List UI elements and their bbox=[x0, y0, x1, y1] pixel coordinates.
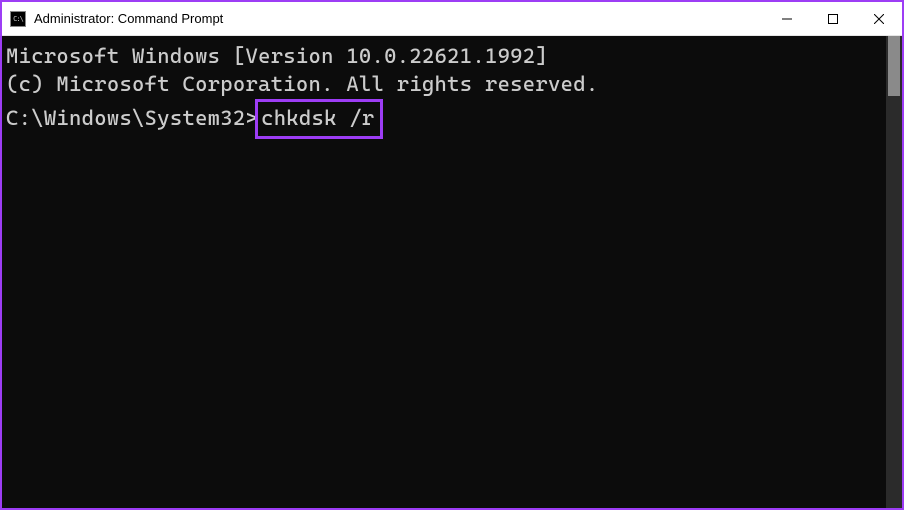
minimize-button[interactable] bbox=[764, 2, 810, 35]
prompt-line: C:\Windows\System32>chkdsk /r bbox=[6, 99, 884, 139]
version-line: Microsoft Windows [Version 10.0.22621.19… bbox=[6, 42, 884, 70]
window-controls bbox=[764, 2, 902, 35]
titlebar[interactable]: C:\ Administrator: Command Prompt bbox=[2, 2, 902, 36]
terminal-output[interactable]: Microsoft Windows [Version 10.0.22621.19… bbox=[2, 36, 886, 508]
close-icon bbox=[874, 14, 884, 24]
content-area: Microsoft Windows [Version 10.0.22621.19… bbox=[2, 36, 902, 508]
cmd-icon: C:\ bbox=[10, 11, 26, 27]
window-title: Administrator: Command Prompt bbox=[34, 11, 764, 26]
command-prompt-window: C:\ Administrator: Command Prompt Micros… bbox=[0, 0, 904, 510]
copyright-line: (c) Microsoft Corporation. All rights re… bbox=[6, 70, 884, 98]
prompt-path: C:\Windows\System32> bbox=[6, 106, 258, 130]
maximize-button[interactable] bbox=[810, 2, 856, 35]
command-highlight: chkdsk /r bbox=[255, 99, 382, 139]
command-text: chkdsk /r bbox=[261, 106, 374, 130]
maximize-icon bbox=[828, 14, 838, 24]
vertical-scrollbar[interactable] bbox=[886, 36, 902, 508]
scrollbar-thumb[interactable] bbox=[888, 36, 900, 96]
close-button[interactable] bbox=[856, 2, 902, 35]
minimize-icon bbox=[782, 14, 792, 24]
